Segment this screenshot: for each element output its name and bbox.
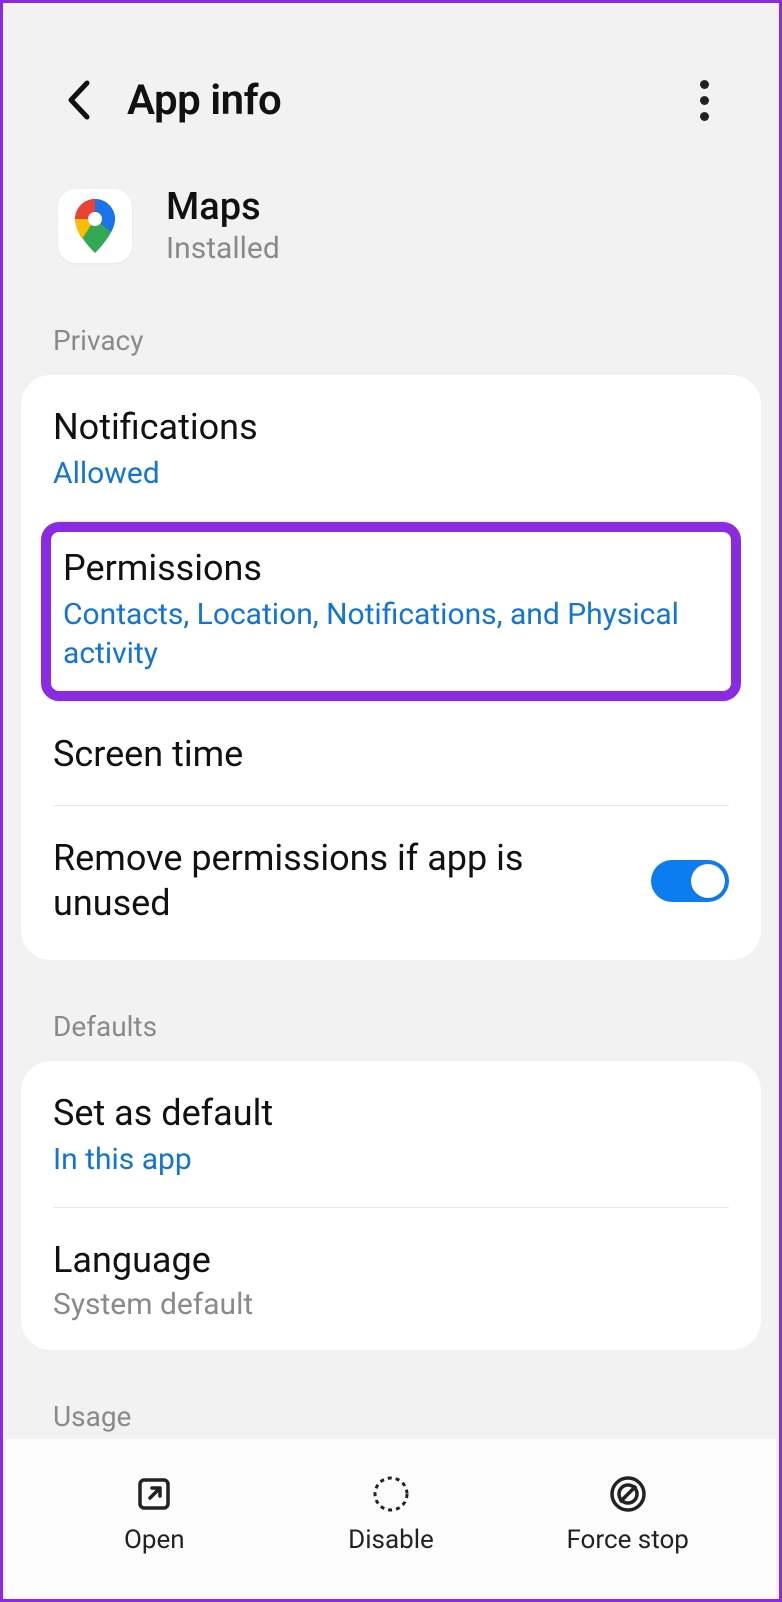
toggle-knob	[691, 864, 725, 898]
page-title: App info	[127, 76, 281, 125]
screen-time-item[interactable]: Screen time	[21, 702, 761, 805]
remove-permissions-item[interactable]: Remove permissions if app is unused	[21, 806, 761, 960]
app-install-status: Installed	[166, 231, 280, 266]
language-value: System default	[53, 1287, 729, 1322]
open-icon	[133, 1473, 175, 1515]
section-label-defaults: Defaults	[3, 992, 779, 1061]
app-icon	[58, 189, 132, 263]
section-label-privacy: Privacy	[3, 306, 779, 375]
disable-label: Disable	[348, 1525, 434, 1555]
permissions-item[interactable]: Permissions Contacts, Location, Notifica…	[41, 522, 741, 701]
bottom-action-bar: Open Disable Force stop	[6, 1439, 776, 1599]
privacy-card: Notifications Allowed Permissions Contac…	[21, 375, 761, 960]
permissions-value: Contacts, Location, Notifications, and P…	[63, 595, 719, 673]
open-label: Open	[124, 1525, 185, 1555]
set-as-default-title: Set as default	[53, 1091, 729, 1136]
defaults-card: Set as default In this app Language Syst…	[21, 1061, 761, 1350]
language-item[interactable]: Language System default	[21, 1208, 761, 1350]
permissions-title: Permissions	[63, 546, 719, 591]
header-bar: App info	[3, 3, 779, 165]
remove-permissions-toggle[interactable]	[651, 860, 729, 902]
open-button[interactable]: Open	[36, 1473, 273, 1555]
force-stop-label: Force stop	[566, 1525, 688, 1555]
more-vert-icon	[700, 80, 709, 89]
disable-icon	[370, 1473, 412, 1515]
chevron-left-icon	[65, 79, 91, 121]
notifications-item[interactable]: Notifications Allowed	[21, 375, 761, 521]
app-header: Maps Installed	[3, 165, 779, 306]
more-options-button[interactable]	[679, 75, 729, 125]
language-title: Language	[53, 1238, 729, 1283]
disable-button[interactable]: Disable	[273, 1473, 510, 1555]
notifications-value: Allowed	[53, 454, 729, 493]
app-name: Maps	[166, 185, 280, 229]
force-stop-button[interactable]: Force stop	[509, 1473, 746, 1555]
screen-time-title: Screen time	[53, 732, 729, 777]
google-maps-icon	[75, 199, 115, 253]
back-button[interactable]	[53, 75, 103, 125]
force-stop-icon	[607, 1473, 649, 1515]
notifications-title: Notifications	[53, 405, 729, 450]
set-as-default-item[interactable]: Set as default In this app	[21, 1061, 761, 1207]
set-as-default-value: In this app	[53, 1140, 729, 1179]
remove-permissions-title: Remove permissions if app is unused	[53, 836, 651, 926]
